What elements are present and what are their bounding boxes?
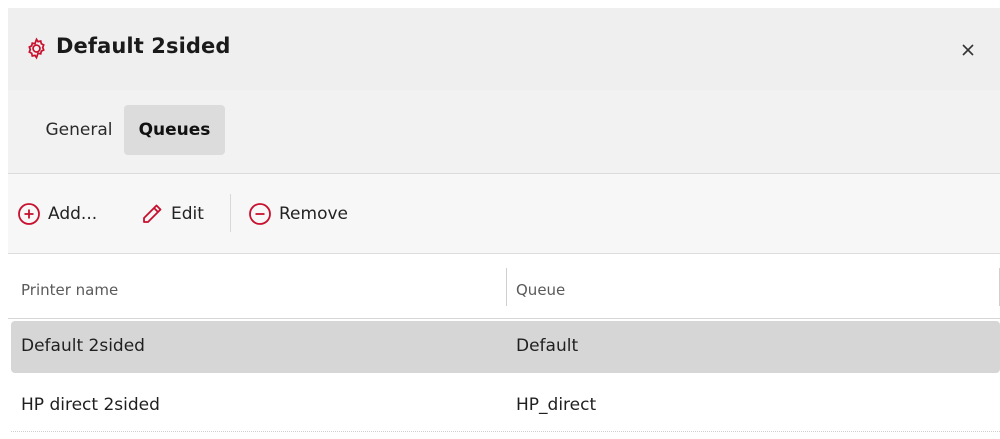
toolbar: Add... Edit Remove <box>8 174 1000 254</box>
add-label: Add... <box>48 204 98 224</box>
dialog-title: Default 2sided <box>56 34 231 58</box>
tab-bar: General Queues <box>8 90 1000 174</box>
tab-general[interactable]: General <box>25 105 133 155</box>
queue-cell: HP_direct <box>516 395 597 415</box>
close-button[interactable] <box>956 38 980 62</box>
queue-dialog: Default 2sided General Queues Add... Edi… <box>8 8 1000 439</box>
toolbar-separator <box>230 194 231 232</box>
printer-name-cell: HP direct 2sided <box>21 395 160 415</box>
table-row[interactable]: HP direct 2sided HP_direct <box>11 380 1000 432</box>
column-header-queue[interactable]: Queue <box>516 281 565 299</box>
pencil-icon <box>143 204 162 223</box>
tab-queues[interactable]: Queues <box>124 105 225 155</box>
printer-name-cell: Default 2sided <box>21 336 145 356</box>
remove-button[interactable]: Remove <box>248 197 348 231</box>
edit-label: Edit <box>171 204 204 224</box>
edit-button[interactable]: Edit <box>140 197 204 231</box>
add-button[interactable]: Add... <box>17 197 97 231</box>
column-header-printer-name[interactable]: Printer name <box>21 281 118 299</box>
remove-label: Remove <box>279 204 348 224</box>
plus-circle-icon <box>18 203 40 225</box>
table-header: Printer name Queue <box>8 254 1000 319</box>
queue-cell: Default <box>516 336 579 356</box>
close-icon <box>962 44 974 56</box>
column-divider[interactable] <box>506 268 507 306</box>
dialog-header: Default 2sided <box>8 8 1000 90</box>
minus-circle-icon <box>249 203 271 225</box>
table-row[interactable]: Default 2sided Default <box>11 321 1000 373</box>
gear-icon <box>25 37 48 60</box>
